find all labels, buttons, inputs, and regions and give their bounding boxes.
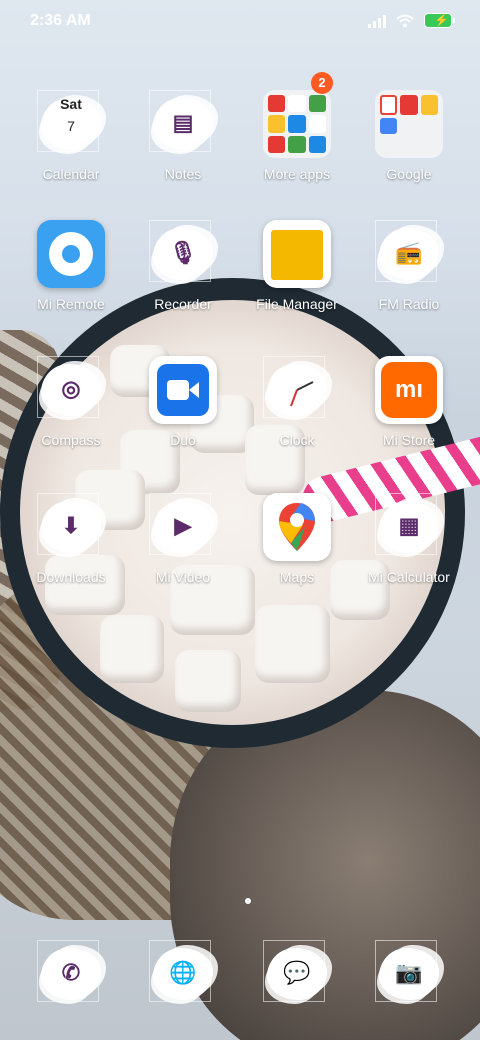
app-compass[interactable]: ◎ Compass: [16, 356, 126, 448]
mi-store-icon: mı: [375, 356, 443, 424]
marshmallow: [255, 605, 330, 683]
app-label: More apps: [263, 166, 331, 182]
dock-phone[interactable]: ✆: [16, 940, 126, 1008]
app-label: Mi Remote: [37, 296, 105, 312]
app-label: Duo: [170, 432, 196, 448]
status-icons: ⚡: [368, 13, 455, 28]
app-google-folder[interactable]: Google: [354, 90, 464, 182]
status-time: 2:36 AM: [30, 12, 91, 29]
app-label: Maps: [279, 569, 315, 585]
message-icon: 💬: [263, 940, 331, 1008]
calculator-icon: ▦: [375, 493, 443, 561]
app-label: Downloads: [36, 569, 106, 585]
video-call-icon: [149, 356, 217, 424]
app-clock[interactable]: Clock: [242, 356, 352, 448]
app-mi-calculator[interactable]: ▦ Mi Calculator: [354, 493, 464, 585]
battery-icon: ⚡: [424, 13, 455, 28]
wifi-icon: [396, 14, 414, 27]
app-label: Google: [386, 166, 432, 182]
app-recorder[interactable]: 🎙 Recorder: [128, 220, 238, 312]
microphone-icon: 🎙: [149, 220, 217, 288]
marshmallow: [100, 615, 164, 683]
dock-camera[interactable]: 📷: [354, 940, 464, 1008]
download-icon: ⬇: [37, 493, 105, 561]
notes-icon: ▤: [149, 90, 217, 158]
marshmallow: [175, 650, 241, 712]
calendar-day: Sat: [60, 96, 82, 112]
app-more-apps-folder[interactable]: 2 More apps: [242, 72, 352, 182]
app-mi-remote[interactable]: Mi Remote: [16, 220, 126, 312]
radio-icon: 📻: [375, 220, 443, 288]
globe-icon: 🌐: [149, 940, 217, 1008]
app-calendar[interactable]: Sat 7 Calendar: [16, 90, 126, 182]
app-notes[interactable]: ▤ Notes: [128, 90, 238, 182]
app-downloads[interactable]: ⬇ Downloads: [16, 493, 126, 585]
app-label: Mi Store: [382, 432, 436, 448]
play-icon: ▶: [149, 493, 217, 561]
app-label: Recorder: [154, 296, 212, 312]
page-indicator: [245, 898, 251, 904]
app-label: Calendar: [42, 166, 100, 182]
app-label: Compass: [41, 432, 101, 448]
dock-browser[interactable]: 🌐: [128, 940, 238, 1008]
app-maps[interactable]: Maps: [242, 493, 352, 585]
app-label: Mi Calculator: [368, 569, 450, 585]
file-manager-icon: [263, 220, 331, 288]
camera-icon: 📷: [375, 940, 443, 1008]
folder-icon: [375, 90, 443, 158]
app-label: Notes: [164, 166, 202, 182]
notification-badge: 2: [311, 72, 333, 94]
calendar-date: 7: [67, 118, 75, 134]
app-fm-radio[interactable]: 📻 FM Radio: [354, 220, 464, 312]
compass-icon: ◎: [37, 356, 105, 424]
calendar-icon: Sat 7: [37, 90, 105, 158]
status-bar: 2:36 AM ⚡: [0, 0, 480, 44]
remote-icon: [37, 220, 105, 288]
signal-icon: [368, 14, 386, 28]
app-label: File Manager: [256, 296, 338, 312]
folder-icon: 2: [263, 72, 333, 158]
app-duo[interactable]: Duo: [128, 356, 238, 448]
app-label: FM Radio: [378, 296, 440, 312]
phone-icon: ✆: [37, 940, 105, 1008]
app-mi-store[interactable]: mı Mi Store: [354, 356, 464, 448]
clock-icon: [263, 356, 331, 424]
app-mi-video[interactable]: ▶ Mi Video: [128, 493, 238, 585]
dock-messaging[interactable]: 💬: [242, 940, 352, 1008]
maps-pin-icon: [263, 493, 331, 561]
app-label: Clock: [279, 432, 315, 448]
app-file-manager[interactable]: File Manager: [242, 220, 352, 312]
app-label: Mi Video: [155, 569, 211, 585]
